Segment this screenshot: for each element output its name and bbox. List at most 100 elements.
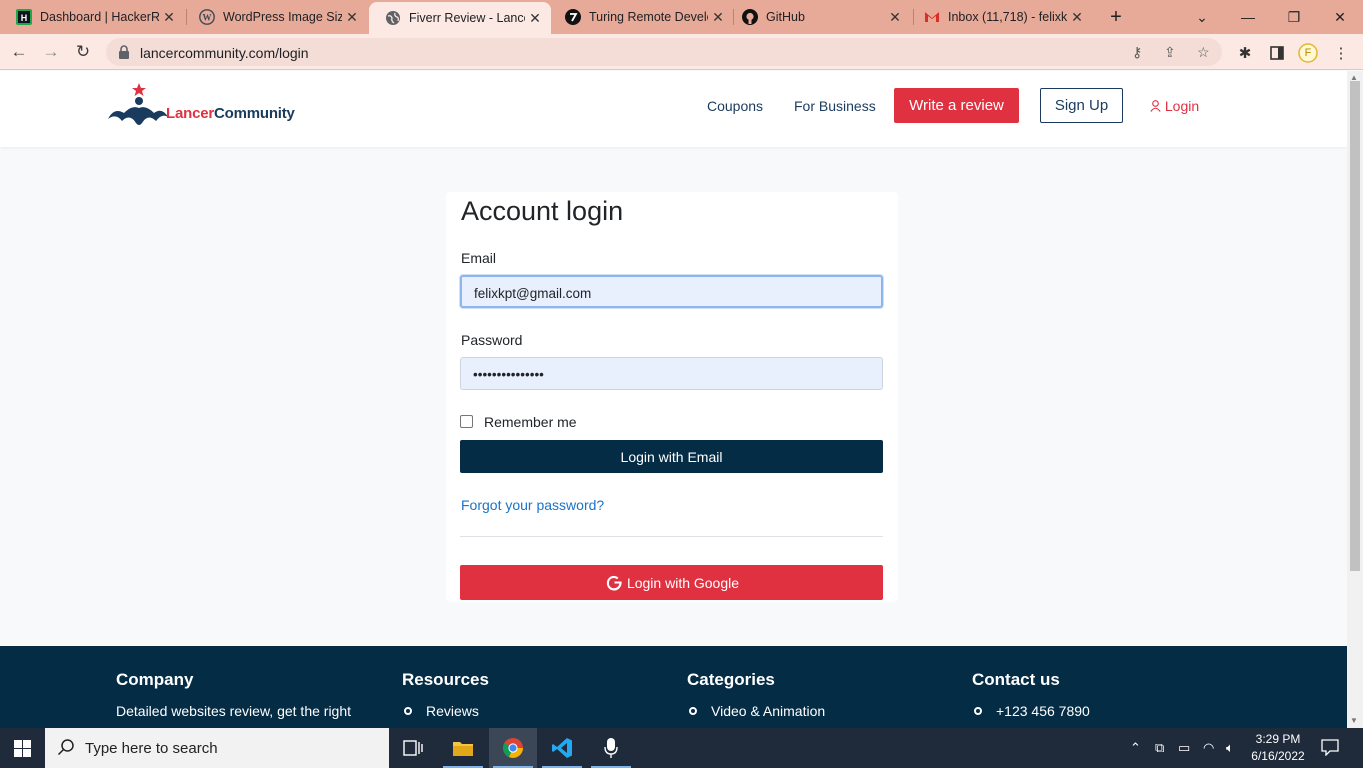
microphone-icon[interactable]	[587, 728, 635, 768]
close-tab-icon[interactable]: ✕	[525, 10, 545, 27]
search-placeholder: Type here to search	[85, 740, 218, 757]
new-tab-icon[interactable]: +	[1093, 0, 1139, 34]
file-explorer-icon[interactable]	[439, 728, 487, 768]
taskbar-search-box[interactable]: Type here to search	[45, 728, 389, 768]
close-window-icon[interactable]: ✕	[1317, 0, 1363, 34]
web-page: LancerCommunity Coupons For Business Wri…	[0, 71, 1347, 728]
tab-title: Turing Remote Develo	[589, 10, 708, 24]
footer-company: Company Detailed websites review, get th…	[116, 670, 351, 722]
address-bar[interactable]: lancercommunity.com/login ⚷ ⇪ ☆	[106, 38, 1222, 66]
password-label: Password	[461, 332, 523, 348]
taskbar-clock[interactable]: 3:29 PM 6/16/2022	[1248, 731, 1308, 765]
browser-tab-bar: H Dashboard | HackerRa ✕ W WordPress Ima…	[0, 0, 1363, 34]
site-footer: Company Detailed websites review, get th…	[0, 646, 1347, 728]
nav-for-business-link[interactable]: For Business	[794, 98, 876, 114]
wifi-icon[interactable]: ◠	[1203, 740, 1214, 756]
footer-heading: Company	[116, 670, 194, 689]
browser-tab[interactable]: Inbox (11,718) - felixk ✕	[908, 0, 1093, 34]
google-icon	[604, 573, 624, 593]
vscode-icon[interactable]	[538, 728, 586, 768]
browser-tab[interactable]: GitHub ✕	[726, 0, 911, 34]
browser-tab[interactable]: H Dashboard | HackerRa ✕	[0, 0, 185, 34]
nav-coupons-link[interactable]: Coupons	[707, 98, 763, 114]
bullet-icon	[404, 707, 412, 715]
wordpress-icon: W	[199, 9, 215, 25]
back-icon[interactable]: ←	[6, 40, 32, 64]
extensions-icon[interactable]: ✱	[1235, 43, 1255, 63]
windows-start-icon[interactable]	[0, 728, 45, 768]
close-tab-icon[interactable]: ✕	[1067, 9, 1087, 26]
footer-heading: Contact us	[972, 670, 1060, 689]
key-icon[interactable]: ⚷	[1132, 44, 1142, 61]
battery-icon[interactable]: ▭	[1178, 740, 1190, 756]
scrollbar-thumb[interactable]	[1350, 81, 1360, 571]
turing-icon	[565, 9, 581, 25]
close-tab-icon[interactable]: ✕	[342, 9, 362, 26]
minimize-icon[interactable]: —	[1225, 0, 1271, 34]
notifications-icon[interactable]	[1321, 738, 1339, 759]
bullet-icon	[974, 707, 982, 715]
email-field[interactable]: felixkpt@gmail.com	[460, 275, 883, 308]
write-review-button[interactable]: Write a review	[894, 88, 1019, 123]
chrome-icon[interactable]	[489, 728, 537, 768]
tab-search-icon[interactable]: ⌄	[1179, 0, 1225, 34]
scroll-down-icon[interactable]: ▼	[1350, 716, 1358, 725]
forward-icon[interactable]: →	[38, 40, 64, 64]
tab-title: Inbox (11,718) - felixk	[948, 10, 1067, 24]
browser-toolbar: ← → ↻ lancercommunity.com/login ⚷ ⇪ ☆ ✱ …	[0, 34, 1363, 70]
footer-categories: Categories Video & Animation	[687, 670, 825, 722]
volume-icon[interactable]: 🔈︎	[1226, 740, 1234, 756]
task-view-icon[interactable]	[389, 728, 437, 768]
globe-icon	[385, 10, 401, 26]
browser-tab[interactable]: W WordPress Image Size ✕	[183, 0, 368, 34]
tab-title: Fiverr Review - Lancer	[409, 11, 525, 25]
footer-phone[interactable]: +123 456 7890	[972, 700, 1090, 722]
footer-resources: Resources Reviews	[402, 670, 489, 722]
forgot-password-link[interactable]: Forgot your password?	[461, 497, 604, 513]
share-icon[interactable]: ⇪	[1164, 44, 1176, 61]
menu-kebab-icon[interactable]: ⋮	[1331, 43, 1351, 63]
reload-icon[interactable]: ↻	[70, 40, 96, 64]
login-card: Account login Email felixkpt@gmail.com P…	[446, 192, 898, 602]
login-with-google-button[interactable]: Login with Google	[460, 565, 883, 600]
email-label: Email	[461, 250, 497, 266]
search-icon	[57, 738, 75, 761]
side-panel-icon[interactable]	[1267, 43, 1287, 63]
svg-text:W: W	[203, 13, 212, 23]
chevron-up-icon[interactable]: ⌃	[1130, 740, 1141, 756]
nav-login-link[interactable]: Login	[1150, 98, 1199, 114]
bookmark-star-icon[interactable]: ☆	[1197, 44, 1210, 61]
login-label: Login	[1164, 98, 1200, 114]
browser-tab[interactable]: Turing Remote Develo ✕	[549, 0, 734, 34]
hackerrank-icon: H	[16, 9, 32, 25]
footer-link[interactable]: Video & Animation	[687, 700, 825, 722]
site-header: LancerCommunity Coupons For Business Wri…	[0, 71, 1347, 147]
tab-title: Dashboard | HackerRa	[40, 10, 159, 24]
footer-contact: Contact us +123 456 7890	[972, 670, 1090, 722]
restore-icon[interactable]: ❐	[1271, 0, 1317, 34]
user-icon	[1150, 98, 1165, 114]
url-text: lancercommunity.com/login	[140, 45, 309, 61]
windows-taskbar: Type here to search ⌃ ⧉ ▭ ◠ 🔈︎ 3:29 PM 6…	[0, 728, 1363, 768]
footer-link[interactable]: Reviews	[402, 700, 489, 722]
sign-up-button[interactable]: Sign Up	[1040, 88, 1123, 123]
google-button-label: Login with Google	[626, 574, 740, 591]
profile-initial: F	[1304, 47, 1312, 59]
password-field[interactable]: •••••••••••••••	[460, 357, 883, 390]
footer-heading: Resources	[402, 670, 489, 689]
profile-avatar[interactable]: F	[1298, 43, 1318, 63]
lock-icon	[118, 45, 130, 59]
footer-heading: Categories	[687, 670, 775, 689]
close-tab-icon[interactable]: ✕	[159, 9, 179, 26]
site-logo[interactable]: LancerCommunity	[106, 83, 326, 133]
login-with-email-button[interactable]: Login with Email	[460, 440, 883, 473]
clock-date: 6/16/2022	[1251, 749, 1305, 763]
close-tab-icon[interactable]: ✕	[885, 9, 905, 26]
page-scrollbar[interactable]: ▲ ▼	[1347, 71, 1363, 728]
brand-name: LancerCommunity	[166, 105, 295, 122]
remember-me-checkbox[interactable]	[460, 415, 473, 428]
close-tab-icon[interactable]: ✕	[708, 9, 728, 26]
meet-now-icon[interactable]: ⧉	[1155, 740, 1164, 756]
browser-tab-active[interactable]: Fiverr Review - Lancer ✕	[369, 2, 551, 34]
tab-title: WordPress Image Size	[223, 10, 342, 24]
